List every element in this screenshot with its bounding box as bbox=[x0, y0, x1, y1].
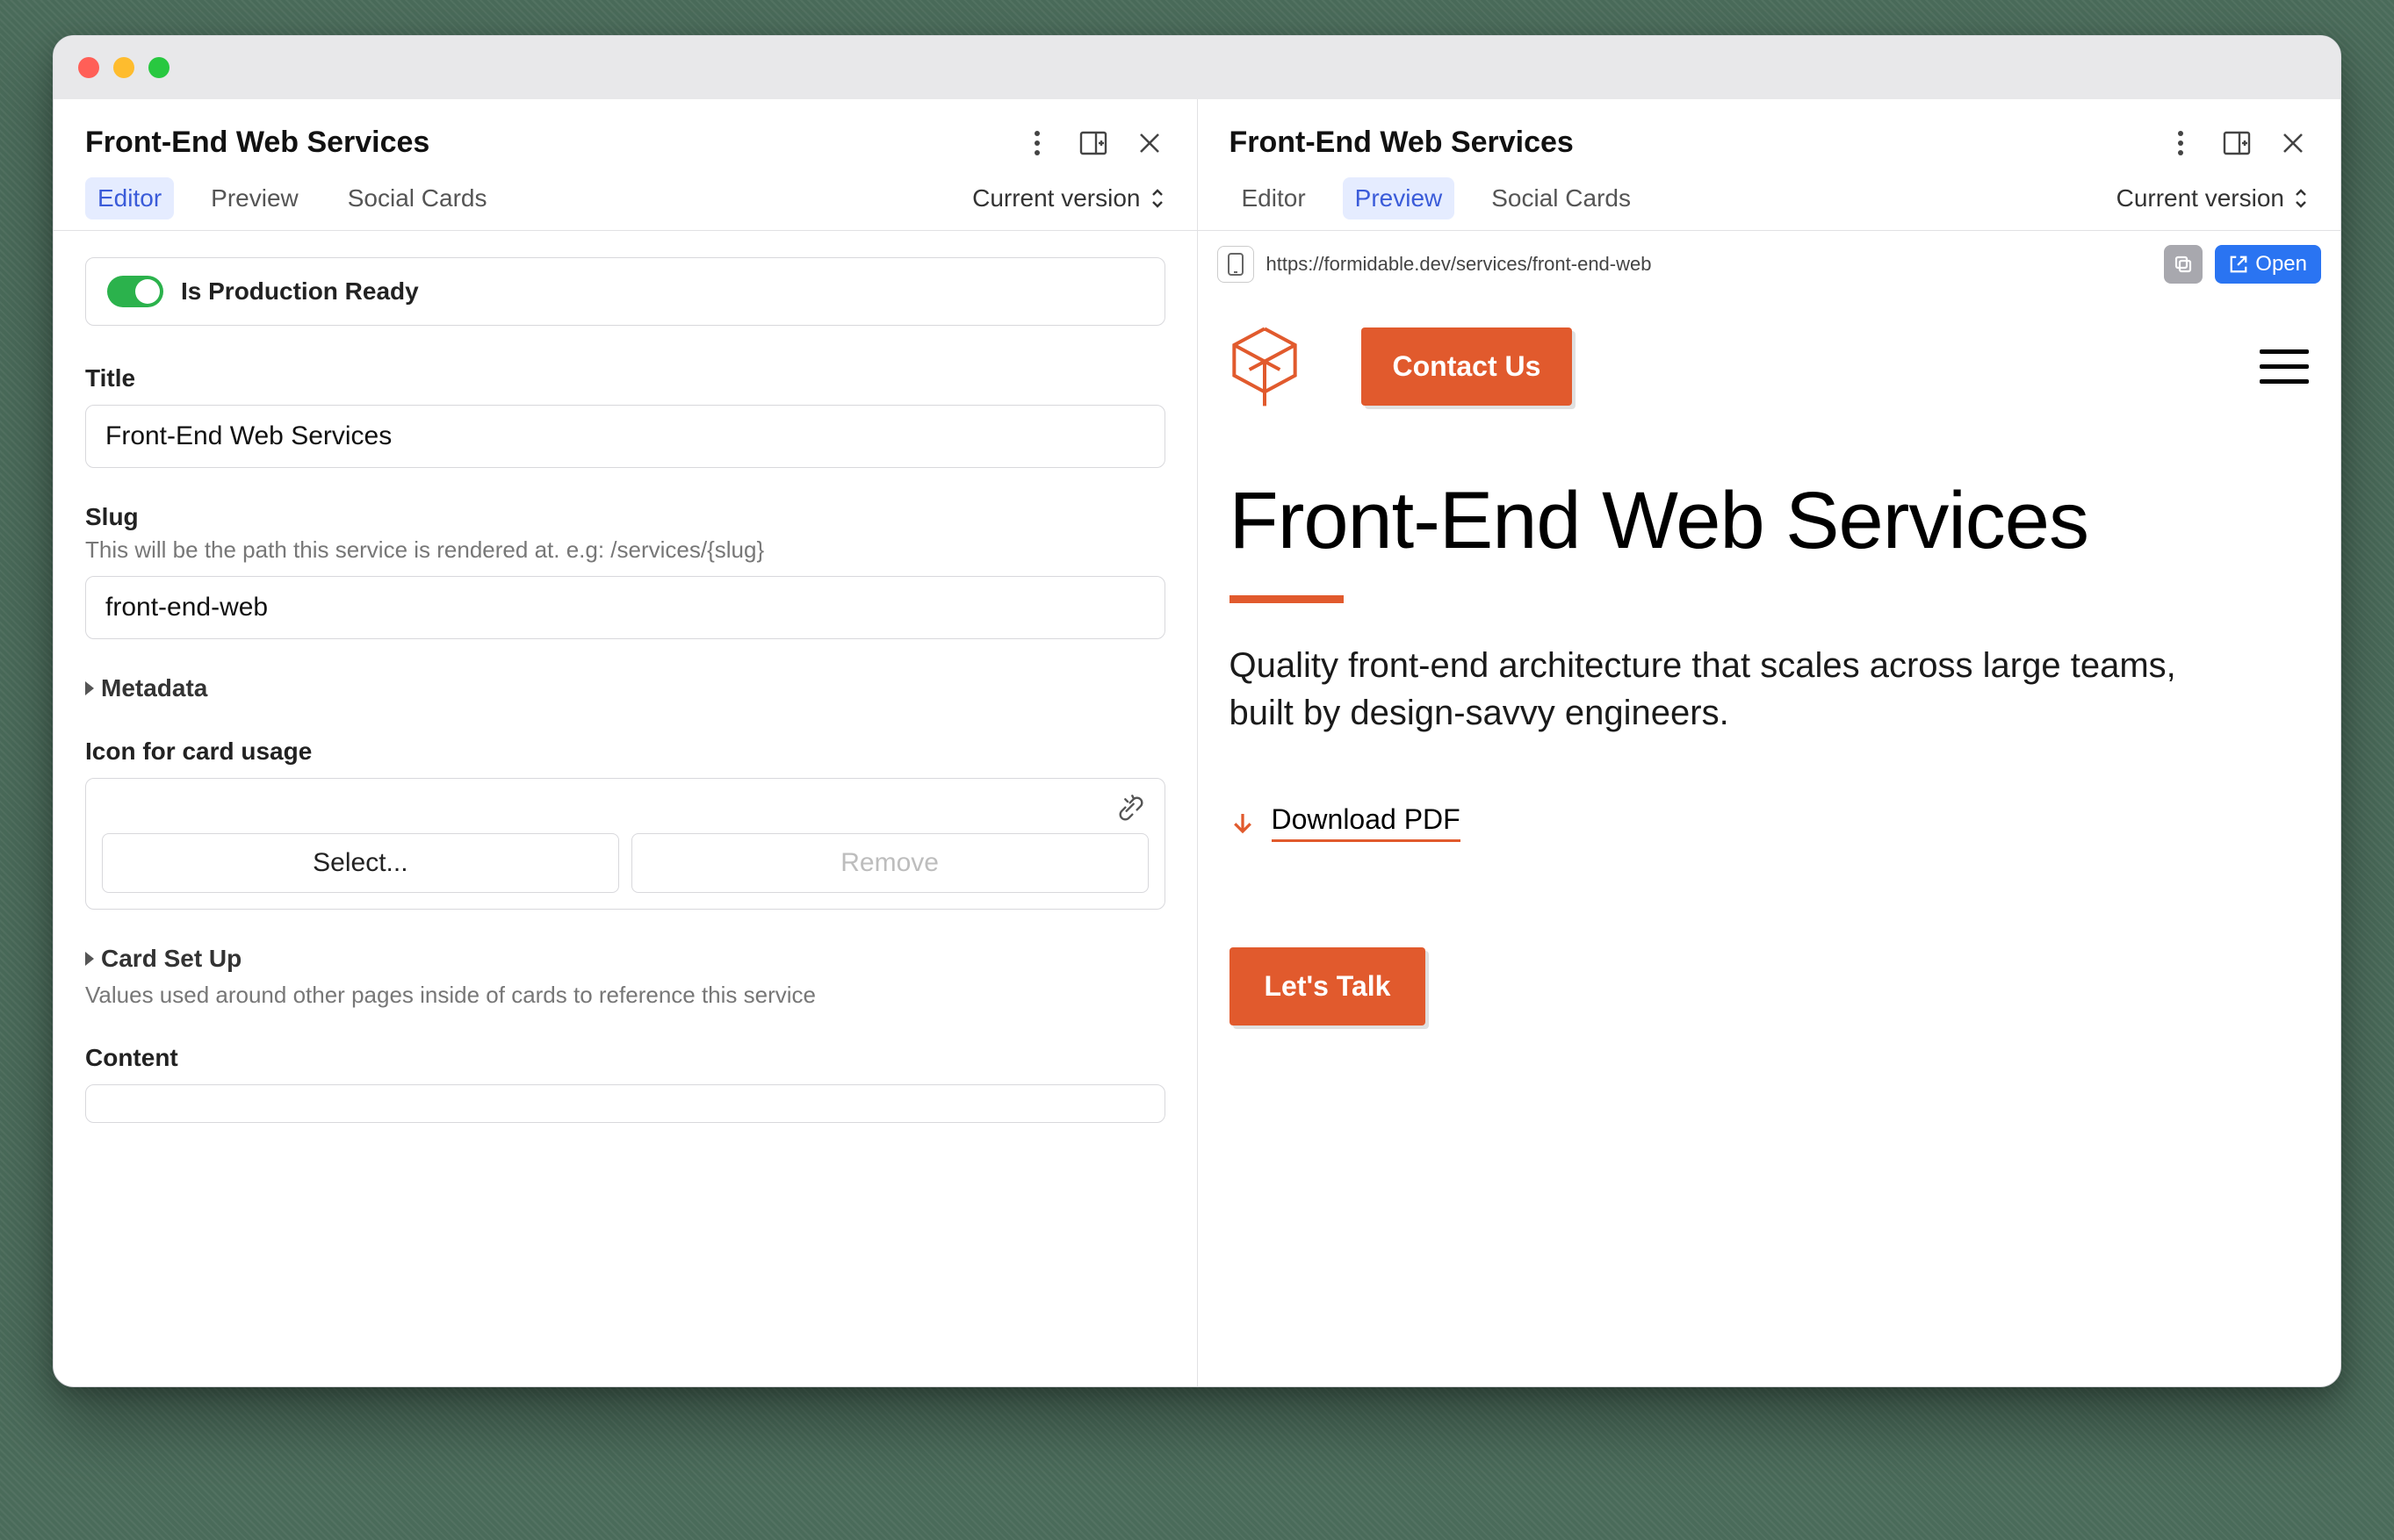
preview-title: Front-End Web Services bbox=[1229, 126, 1574, 160]
content-label: Content bbox=[85, 1044, 1165, 1072]
editor-body: Is Production Ready Title Slug This will… bbox=[54, 231, 1197, 1386]
caret-right-icon bbox=[85, 952, 94, 966]
icon-remove-button[interactable]: Remove bbox=[631, 833, 1149, 893]
icon-label: Icon for card usage bbox=[85, 738, 1165, 766]
version-label: Current version bbox=[972, 184, 1140, 212]
icon-buttons: Select... Remove bbox=[102, 833, 1149, 893]
editor-pane: Front-End Web Services Editor Prev bbox=[54, 99, 1198, 1386]
close-icon[interactable] bbox=[2277, 127, 2309, 159]
production-ready-toggle[interactable] bbox=[107, 276, 163, 307]
version-selector[interactable]: Current version bbox=[972, 184, 1165, 212]
icon-select-button[interactable]: Select... bbox=[102, 833, 619, 893]
content-input[interactable] bbox=[85, 1084, 1165, 1123]
preview-tabs-row: Editor Preview Social Cards Current vers… bbox=[1198, 177, 2341, 231]
metadata-section: Metadata bbox=[85, 674, 1165, 702]
title-section: Title bbox=[85, 364, 1165, 468]
mobile-icon[interactable] bbox=[1217, 246, 1254, 283]
tab-preview[interactable]: Preview bbox=[1343, 177, 1455, 219]
close-window[interactable] bbox=[78, 57, 99, 78]
tab-preview[interactable]: Preview bbox=[198, 177, 311, 219]
production-ready-field: Is Production Ready bbox=[85, 257, 1165, 326]
slug-input[interactable] bbox=[85, 576, 1165, 639]
slug-section: Slug This will be the path this service … bbox=[85, 503, 1165, 639]
split-panes: Front-End Web Services Editor Prev bbox=[54, 99, 2340, 1386]
preview-header-actions bbox=[2165, 127, 2309, 159]
title-underline bbox=[1229, 595, 1344, 603]
card-setup-label: Card Set Up bbox=[101, 945, 242, 973]
preview-body: Contact Us Front-End Web Services Qualit… bbox=[1198, 298, 2341, 1386]
preview-tabs: Editor Preview Social Cards bbox=[1229, 177, 1643, 219]
minimize-window[interactable] bbox=[113, 57, 134, 78]
editor-tabs-row: Editor Preview Social Cards Current vers… bbox=[54, 177, 1197, 231]
production-ready-label: Is Production Ready bbox=[181, 277, 419, 306]
open-label: Open bbox=[2255, 252, 2307, 277]
editor-header: Front-End Web Services bbox=[54, 99, 1197, 177]
version-selector[interactable]: Current version bbox=[2116, 184, 2309, 212]
slug-help: This will be the path this service is re… bbox=[85, 536, 1165, 564]
download-pdf-link[interactable]: Download PDF bbox=[1229, 803, 2310, 842]
titlebar bbox=[54, 36, 2340, 99]
app-window: Front-End Web Services Editor Prev bbox=[53, 35, 2341, 1387]
split-pane-icon[interactable] bbox=[2221, 127, 2253, 159]
title-label: Title bbox=[85, 364, 1165, 392]
metadata-label: Metadata bbox=[101, 674, 207, 702]
split-pane-icon[interactable] bbox=[1078, 127, 1109, 159]
formidable-logo[interactable] bbox=[1229, 324, 1300, 408]
card-setup-collapser[interactable]: Card Set Up bbox=[85, 945, 1165, 973]
plug-icon bbox=[1117, 795, 1145, 827]
editor-title: Front-End Web Services bbox=[85, 126, 429, 160]
url-bar: https://formidable.dev/services/front-en… bbox=[1198, 231, 2341, 298]
tab-social-cards[interactable]: Social Cards bbox=[335, 177, 500, 219]
hero-subtitle: Quality front-end architecture that scal… bbox=[1229, 642, 2231, 737]
kebab-menu-icon[interactable] bbox=[2165, 127, 2196, 159]
editor-tabs: Editor Preview Social Cards bbox=[85, 177, 499, 219]
close-icon[interactable] bbox=[1134, 127, 1165, 159]
lets-talk-button[interactable]: Let's Talk bbox=[1229, 947, 1426, 1025]
contact-us-button[interactable]: Contact Us bbox=[1361, 327, 1573, 406]
hero-title: Front-End Web Services bbox=[1229, 479, 2310, 564]
slug-label: Slug bbox=[85, 503, 1165, 531]
metadata-collapser[interactable]: Metadata bbox=[85, 674, 1165, 702]
copy-url-button[interactable] bbox=[2164, 245, 2203, 284]
preview-header: Front-End Web Services bbox=[1198, 99, 2341, 177]
tab-social-cards[interactable]: Social Cards bbox=[1479, 177, 1643, 219]
icon-section: Icon for card usage Select... Remove bbox=[85, 738, 1165, 910]
chevron-updown-icon bbox=[2293, 187, 2309, 210]
preview-nav: Contact Us bbox=[1229, 324, 2310, 408]
maximize-window[interactable] bbox=[148, 57, 169, 78]
icon-card: Select... Remove bbox=[85, 778, 1165, 910]
preview-nav-left: Contact Us bbox=[1229, 324, 1573, 408]
open-button[interactable]: Open bbox=[2215, 245, 2321, 284]
caret-right-icon bbox=[85, 681, 94, 695]
download-label: Download PDF bbox=[1272, 803, 1460, 842]
title-input[interactable] bbox=[85, 405, 1165, 468]
arrow-down-icon bbox=[1229, 810, 1256, 836]
chevron-updown-icon bbox=[1150, 187, 1165, 210]
card-setup-section: Card Set Up Values used around other pag… bbox=[85, 945, 1165, 1009]
preview-url: https://formidable.dev/services/front-en… bbox=[1266, 253, 2152, 276]
kebab-menu-icon[interactable] bbox=[1021, 127, 1053, 159]
tab-editor[interactable]: Editor bbox=[1229, 177, 1318, 219]
content-section: Content bbox=[85, 1044, 1165, 1123]
hamburger-menu-icon[interactable] bbox=[2260, 349, 2309, 384]
version-label: Current version bbox=[2116, 184, 2284, 212]
tab-editor[interactable]: Editor bbox=[85, 177, 174, 219]
editor-header-actions bbox=[1021, 127, 1165, 159]
preview-pane: Front-End Web Services Editor Prev bbox=[1198, 99, 2341, 1386]
open-external-icon bbox=[2229, 255, 2248, 274]
card-setup-help: Values used around other pages inside of… bbox=[85, 982, 1165, 1009]
